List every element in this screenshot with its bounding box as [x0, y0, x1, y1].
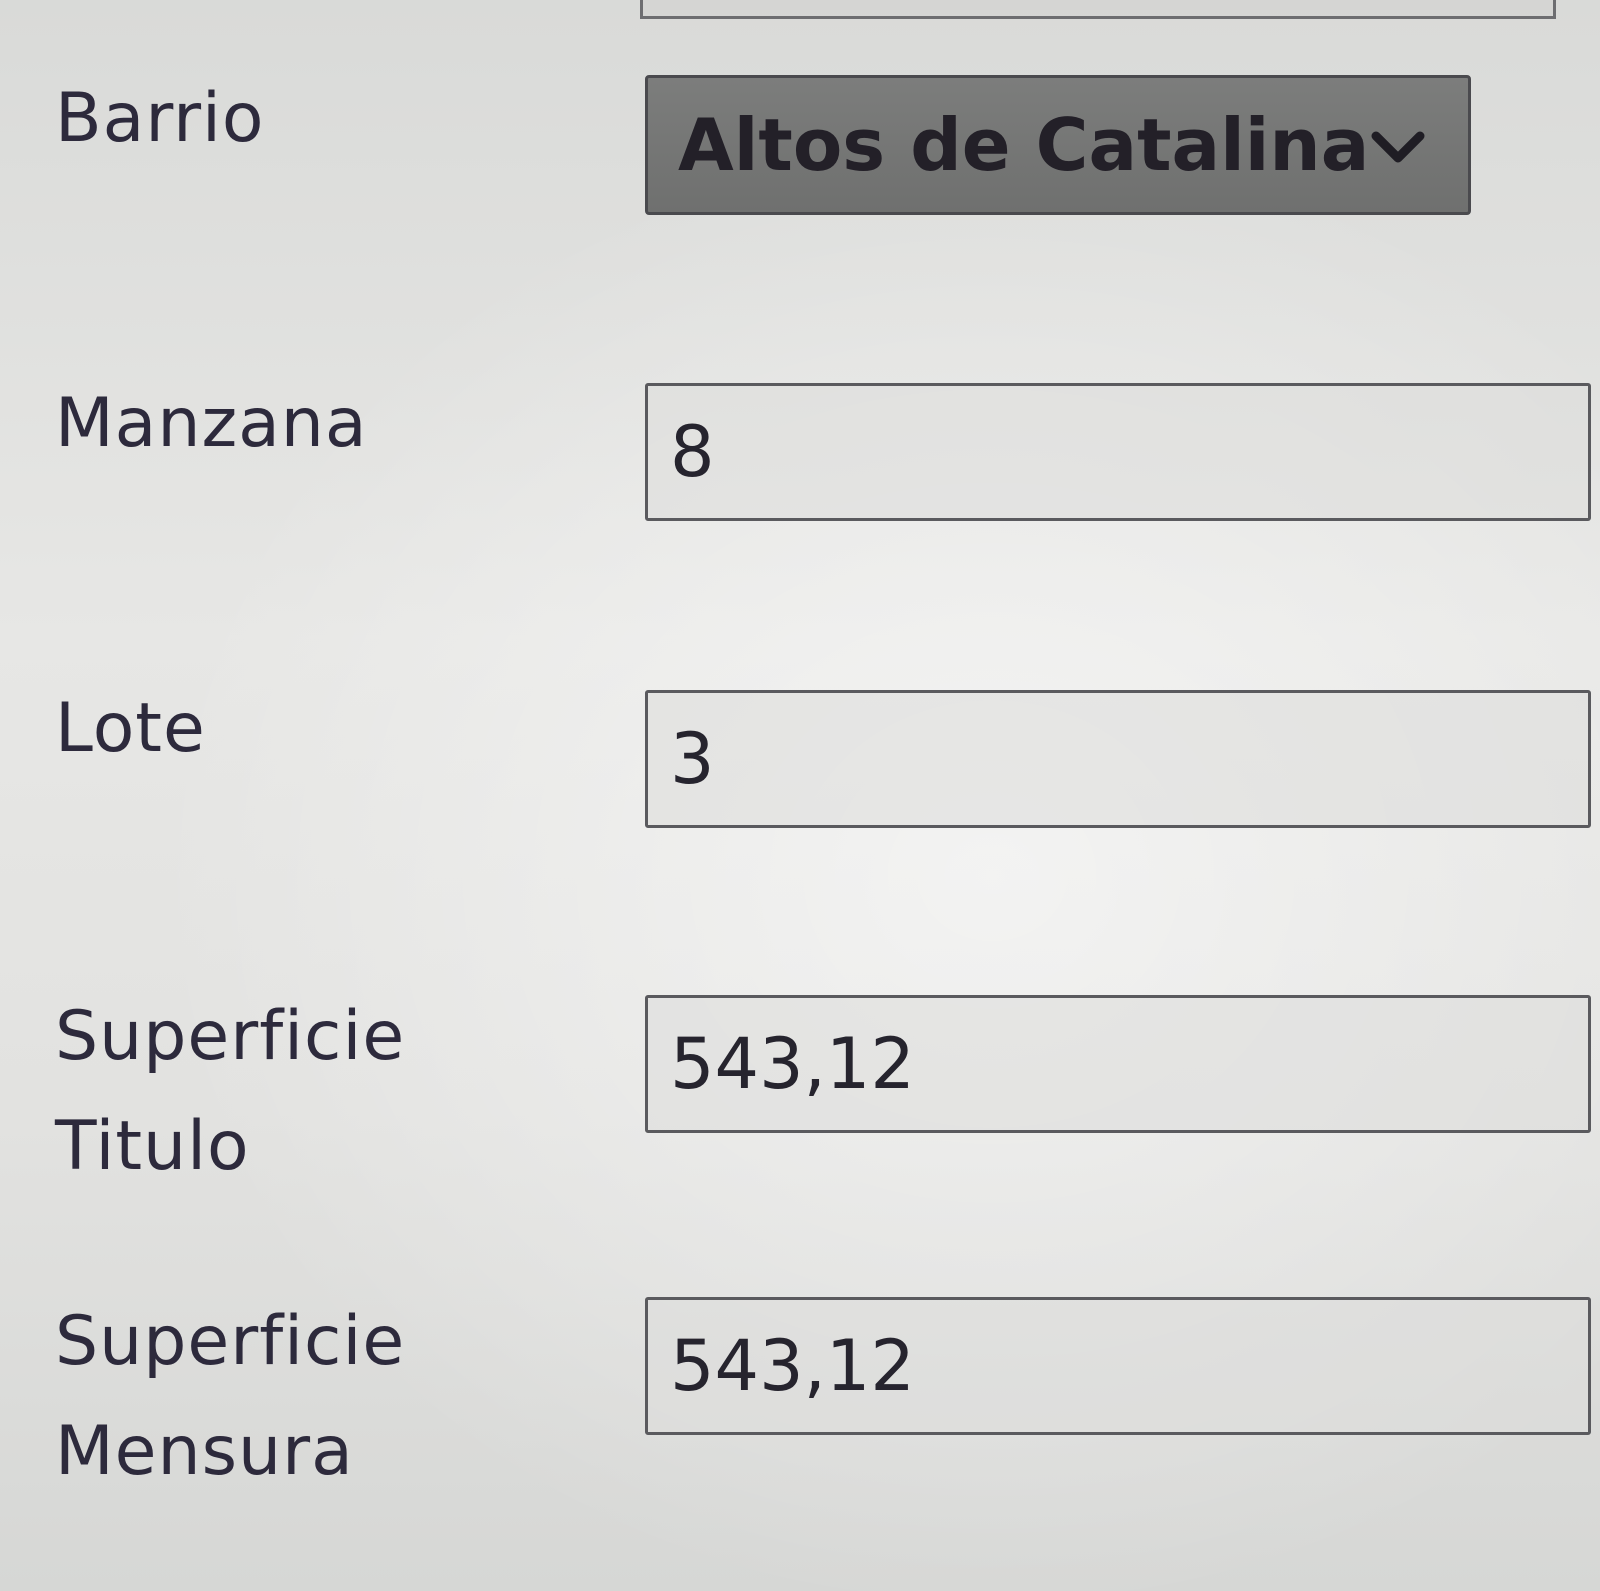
manzana-label: Manzana — [55, 384, 368, 463]
barrio-selected-value: Altos de Catalina — [678, 103, 1370, 187]
barrio-label: Barrio — [55, 79, 265, 158]
superficie-titulo-label-line1: Superficie — [55, 997, 406, 1076]
chevron-down-icon — [1371, 131, 1425, 163]
lote-label: Lote — [55, 689, 206, 768]
superficie-titulo-input[interactable] — [645, 995, 1591, 1133]
superficie-titulo-label-line2: Titulo — [55, 1107, 250, 1186]
superficie-mensura-input[interactable] — [645, 1297, 1591, 1435]
manzana-input[interactable] — [645, 383, 1591, 521]
superficie-mensura-label-line2: Mensura — [55, 1412, 354, 1491]
previous-field-edge — [640, 0, 1556, 19]
lote-input[interactable] — [645, 690, 1591, 828]
superficie-mensura-label-line1: Superficie — [55, 1302, 406, 1381]
barrio-select[interactable]: Altos de Catalina — [645, 75, 1471, 215]
